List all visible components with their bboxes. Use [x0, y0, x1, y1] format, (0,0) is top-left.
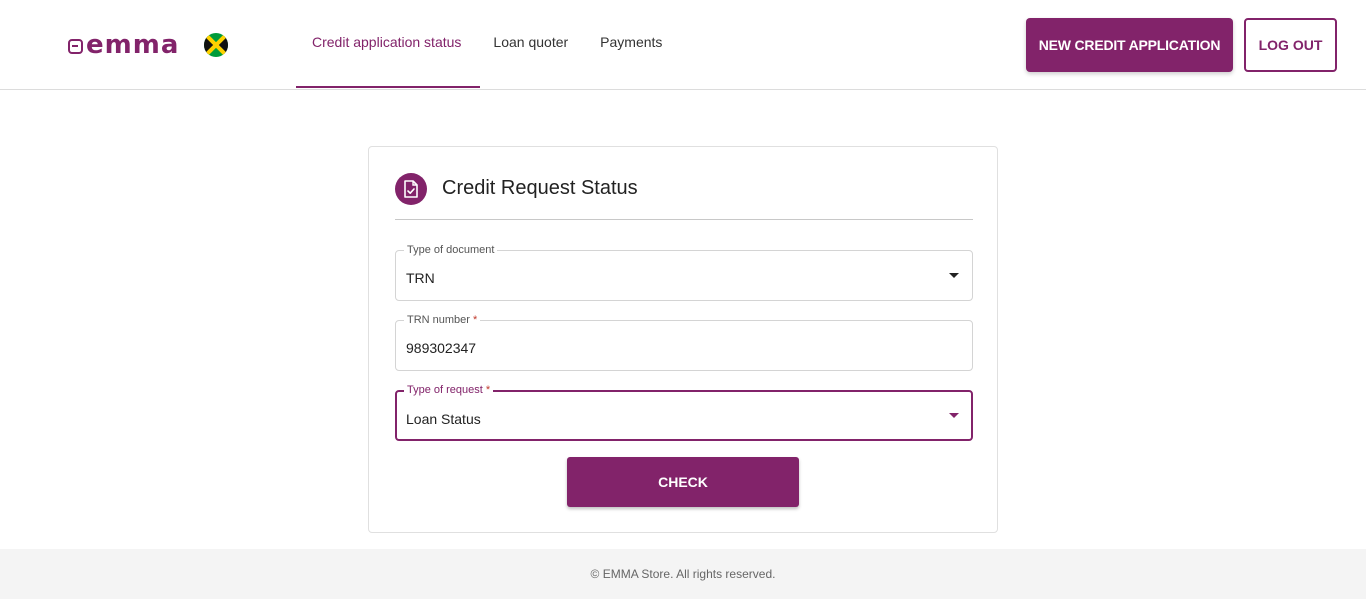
request-type-label: Type of request * — [404, 383, 494, 397]
jamaica-flag-icon — [204, 33, 228, 57]
card-header: Credit Request Status — [395, 173, 973, 220]
request-type-value: Loan Status — [406, 411, 481, 427]
trn-number-label: TRN number * — [404, 313, 481, 327]
document-type-select[interactable]: Type of document TRN — [395, 243, 973, 301]
active-tab-indicator — [296, 86, 480, 88]
nav-payments[interactable]: Payments — [584, 0, 678, 86]
credit-request-card: Credit Request Status Type of document T… — [368, 146, 998, 533]
trn-number-input[interactable]: TRN number * 989302347 — [395, 313, 973, 371]
top-header: emma Credit application status Loan quot… — [0, 0, 1366, 90]
document-type-value: TRN — [406, 270, 435, 286]
emma-logo[interactable]: emma — [68, 30, 180, 60]
main-nav: Credit application status Loan quoter Pa… — [296, 0, 678, 88]
document-type-label: Type of document — [404, 243, 498, 257]
nav-loan-quoter[interactable]: Loan quoter — [477, 0, 584, 86]
chevron-down-icon — [949, 413, 959, 418]
trn-number-value: 989302347 — [406, 340, 477, 356]
footer: © EMMA Store. All rights reserved. — [0, 549, 1366, 599]
check-button[interactable]: CHECK — [567, 457, 799, 507]
request-type-select[interactable]: Type of request * Loan Status — [395, 383, 973, 441]
card-title: Credit Request Status — [442, 177, 638, 199]
logo-mark-icon — [68, 38, 83, 54]
chevron-down-icon — [949, 273, 959, 278]
copyright-text: © EMMA Store. All rights reserved. — [590, 567, 776, 581]
document-check-icon — [395, 173, 427, 205]
logo-text: emma — [86, 30, 180, 60]
new-credit-application-button[interactable]: NEW CREDIT APPLICATION — [1026, 18, 1233, 72]
nav-credit-application-status[interactable]: Credit application status — [296, 0, 477, 86]
logout-button[interactable]: LOG OUT — [1244, 18, 1337, 72]
